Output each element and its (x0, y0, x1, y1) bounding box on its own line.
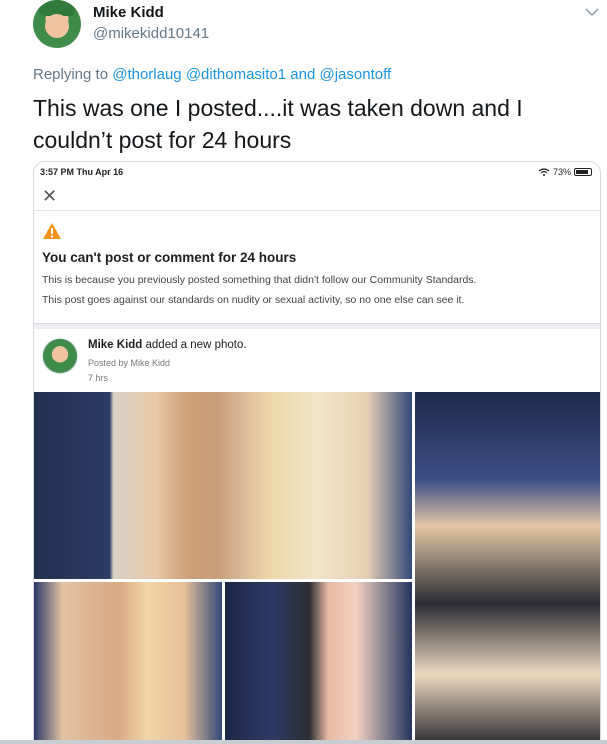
post-action: added a new photo. (142, 339, 247, 351)
notice-title: You can't post or comment for 24 hours (42, 250, 297, 265)
reply-prefix: Replying to (33, 66, 109, 83)
post-photo[interactable] (34, 392, 412, 579)
scroll-edge (0, 740, 607, 744)
reply-and: and (290, 66, 316, 83)
wifi-icon (538, 168, 550, 176)
battery-icon (574, 168, 592, 176)
mention-link[interactable]: @thorlaug (112, 66, 181, 83)
avatar-face (45, 14, 69, 38)
chevron-down-icon[interactable] (585, 7, 599, 17)
mention-link[interactable]: @jasontoff (319, 66, 391, 83)
notice-text: This is because you previously posted so… (42, 274, 477, 286)
author-name[interactable]: Mike Kidd (93, 4, 164, 21)
post-photo[interactable] (225, 582, 412, 743)
post-photo[interactable] (415, 392, 600, 743)
reply-context: Replying to @thorlaug @dithomasito1 and … (33, 66, 391, 83)
status-time: 3:57 PM Thu Apr 16 (40, 167, 124, 177)
post-timestamp: 7 hrs (88, 373, 109, 383)
warning-icon (43, 223, 61, 239)
status-bar: 3:57 PM Thu Apr 16 73% (34, 162, 600, 182)
post-posted-by: Posted by Mike Kidd (88, 358, 171, 368)
tweet: Mike Kidd @mikekidd10141 Replying to @th… (0, 0, 607, 744)
divider (34, 323, 600, 329)
author-avatar[interactable] (33, 0, 81, 48)
post-header: Mike Kidd added a new photo. (88, 339, 247, 351)
close-bar: ✕ (34, 182, 600, 210)
battery-indicator: 73% (538, 167, 592, 177)
close-icon[interactable]: ✕ (42, 186, 57, 206)
author-handle[interactable]: @mikekidd10141 (93, 25, 209, 42)
attached-screenshot[interactable]: 3:57 PM Thu Apr 16 73% ✕ You can't post … (33, 161, 601, 744)
post-author-avatar[interactable] (42, 338, 78, 374)
tweet-text: This was one I posted....it was taken do… (33, 95, 523, 153)
battery-percent: 73% (552, 167, 571, 177)
post-author-name[interactable]: Mike Kidd (88, 339, 142, 351)
post-photo[interactable] (34, 582, 222, 743)
mention-link[interactable]: @dithomasito1 (186, 66, 286, 83)
divider (34, 210, 600, 211)
notice-text: This post goes against our standards on … (42, 294, 465, 306)
